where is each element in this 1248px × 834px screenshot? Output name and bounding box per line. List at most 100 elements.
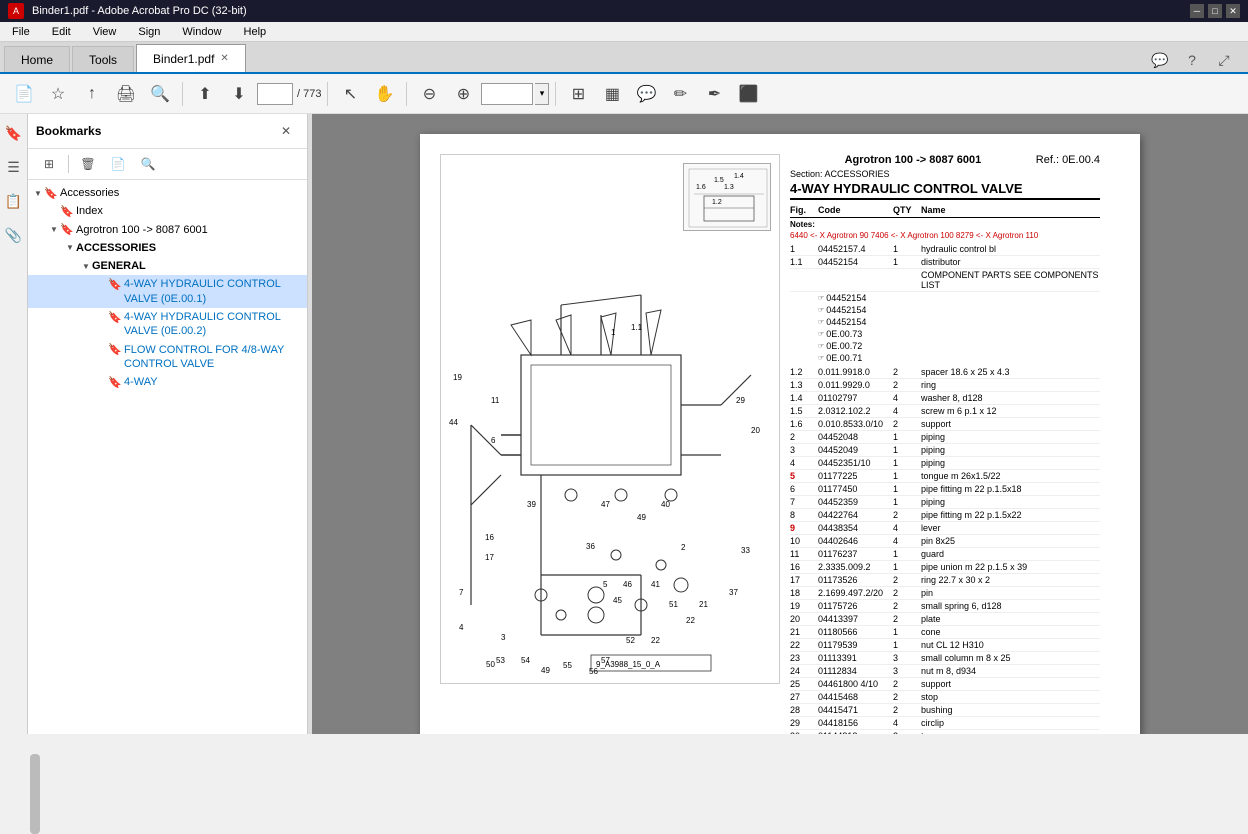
bookmark-icon-agrotron100: 🔖	[60, 223, 74, 237]
bookmark-general[interactable]: ▼ GENERAL	[28, 257, 307, 275]
chat-icon-button[interactable]: 💬	[1148, 48, 1172, 72]
bookmarks-expand-button[interactable]: ⊞	[36, 153, 62, 175]
toggle-index	[48, 204, 60, 218]
zoom-in-button[interactable]: ⊕	[447, 78, 479, 110]
bookmark-valve1[interactable]: 🔖 4-WAY HYDRAULIC CONTROL VALVE (0E.00.1…	[28, 275, 307, 308]
row-1-6: 1.60.010.8533.0/102support	[790, 418, 1100, 431]
svg-text:22: 22	[651, 636, 660, 645]
menu-help[interactable]: Help	[238, 24, 273, 40]
bookmark-4way[interactable]: 🔖 4-WAY	[28, 373, 307, 391]
bookmark-valve2[interactable]: 🔖 4-WAY HYDRAULIC CONTROL VALVE (0E.00.2…	[28, 308, 307, 341]
page-navigation: 6 / 773	[257, 83, 321, 105]
main-diagram-svg: 19 11 44 1 1.1 29 6 16 17 7 4 36 5 45 46…	[441, 155, 771, 675]
bookmark-accessories[interactable]: ▼ 🔖 Accessories	[28, 184, 307, 202]
close-button[interactable]: ✕	[1226, 4, 1240, 18]
tab-home[interactable]: Home	[4, 46, 70, 72]
pdf-viewport[interactable]: 1.5 1.4 1.6 1.3 1.2	[312, 114, 1248, 734]
menu-sign[interactable]: Sign	[132, 24, 166, 40]
menu-view[interactable]: View	[87, 24, 123, 40]
page-number-input[interactable]: 6	[257, 83, 293, 105]
layers-panel-button[interactable]: ☰	[3, 156, 25, 178]
zoom-out-button[interactable]: ⊖	[413, 78, 445, 110]
hand-tool-button[interactable]: ✋	[368, 78, 400, 110]
next-page-button[interactable]: ⬇	[223, 78, 255, 110]
bookmarks-panel-button[interactable]: 🔖	[3, 122, 25, 144]
share-button[interactable]: ↑	[76, 78, 108, 110]
maximize-button[interactable]: □	[1208, 4, 1222, 18]
toggle-accessories-sub[interactable]: ▼	[64, 241, 76, 255]
tab-tools[interactable]: Tools	[72, 46, 134, 72]
stamp-button[interactable]: ⬛	[732, 78, 764, 110]
bookmarks-delete-button[interactable]: 🗑	[75, 153, 101, 175]
minimize-button[interactable]: ─	[1190, 4, 1204, 18]
help-icon-button[interactable]: ?	[1180, 48, 1204, 72]
menu-window[interactable]: Window	[176, 24, 227, 40]
title-bar: A Binder1.pdf - Adobe Acrobat Pro DC (32…	[0, 0, 1248, 22]
bookmark-index[interactable]: 🔖 Index	[28, 202, 307, 220]
expand-icon-button[interactable]: ⤢	[1212, 48, 1236, 72]
row-1-2: 1.20.011.9918.02spacer 18.6 x 25 x 4.3	[790, 366, 1100, 379]
col-name: Name	[921, 205, 1100, 215]
bookmarks-search-button[interactable]: 🔍	[135, 153, 161, 175]
fit-page-button[interactable]: ⊞	[562, 78, 594, 110]
row-24: 24011128343nut m 8, d934	[790, 665, 1100, 678]
svg-text:17: 17	[485, 553, 494, 562]
notes-text: 6440 <- X Agrotron 90 7406 <- X Agrotron…	[790, 231, 1100, 240]
bookmark-accessories-sub[interactable]: ▼ ACCESSORIES	[28, 239, 307, 257]
new-document-button[interactable]: 📄	[8, 78, 40, 110]
bookmarks-new-button[interactable]: 📄	[105, 153, 131, 175]
svg-text:1: 1	[611, 328, 616, 337]
bookmark-label-accessories-sub: ACCESSORIES	[76, 241, 303, 255]
tab-binder[interactable]: Binder1.pdf ✕	[136, 44, 246, 72]
row-2: 2044520481piping	[790, 431, 1100, 444]
sidebar-scrollbar-thumb[interactable]	[30, 754, 40, 834]
bookmark-flow[interactable]: 🔖 FLOW CONTROL FOR 4/8-WAY CONTROL VALVE	[28, 341, 307, 374]
row-sub5: ☞0E.00.72	[790, 340, 1100, 352]
toolbar: 📄 ☆ ↑ 🖨 🔍 ⬆ ⬇ 6 / 773 ↖ ✋ ⊖ ⊕ 66.1% ▾ ⊞ …	[0, 74, 1248, 114]
toggle-agrotron100[interactable]: ▼	[48, 223, 60, 237]
bookmark-label-index: Index	[76, 204, 303, 218]
bookmark-label-flow: FLOW CONTROL FOR 4/8-WAY CONTROL VALVE	[124, 343, 303, 372]
toggle-general[interactable]: ▼	[80, 259, 92, 273]
attachments-panel-button[interactable]: 📎	[3, 224, 25, 246]
bookmark-add-button[interactable]: ☆	[42, 78, 74, 110]
select-tool-button[interactable]: ↖	[334, 78, 366, 110]
tab-action-icons: 💬 ? ⤢	[1148, 48, 1244, 72]
toolbar-separator-3	[406, 82, 407, 106]
print-button[interactable]: 🖨	[110, 78, 142, 110]
bookmark-icon-valve2: 🔖	[108, 310, 122, 324]
notes-label: Notes:	[790, 220, 815, 229]
parts-section: Section: ACCESSORIES	[790, 169, 1100, 179]
thumbnail-button[interactable]: ▦	[596, 78, 628, 110]
bookmarks-toolbar: ⊞ 🗑 📄 🔍	[28, 149, 307, 180]
bookmark-icon-accessories: 🔖	[44, 186, 58, 200]
parts-table-area: Agrotron 100 -> 8087 6001 Ref.: 0E.00.4 …	[780, 154, 1100, 734]
svg-text:19: 19	[453, 373, 462, 382]
bookmarks-close-button[interactable]: ✕	[273, 120, 299, 142]
zoom-level-input[interactable]: 66.1%	[481, 83, 533, 105]
svg-text:1.6: 1.6	[696, 184, 706, 191]
draw-button[interactable]: ✒	[698, 78, 730, 110]
highlight-button[interactable]: ✏	[664, 78, 696, 110]
bookmark-label-valve2: 4-WAY HYDRAULIC CONTROL VALVE (0E.00.2)	[124, 310, 303, 339]
zoom-dropdown-button[interactable]: ▾	[535, 83, 549, 105]
menu-file[interactable]: File	[6, 24, 36, 40]
row-16: 162.3335.009.21pipe union m 22 p.1.5 x 3…	[790, 561, 1100, 574]
annotation-button[interactable]: 💬	[630, 78, 662, 110]
bookmark-icon-index: 🔖	[60, 204, 74, 218]
row-10: 10044026464pin 8x25	[790, 535, 1100, 548]
row-sub1: ☞04452154	[790, 292, 1100, 304]
svg-text:36: 36	[586, 542, 595, 551]
bookmark-agrotron100[interactable]: ▼ 🔖 Agrotron 100 -> 8087 6001	[28, 221, 307, 239]
tab-close-icon[interactable]: ✕	[220, 53, 228, 64]
find-button[interactable]: 🔍	[144, 78, 176, 110]
row-sub6: ☞0E.00.71	[790, 352, 1100, 364]
svg-text:37: 37	[729, 588, 738, 597]
pages-panel-button[interactable]: 📋	[3, 190, 25, 212]
menu-edit[interactable]: Edit	[46, 24, 77, 40]
prev-page-button[interactable]: ⬆	[189, 78, 221, 110]
tab-bar: Home Tools Binder1.pdf ✕ 💬 ? ⤢	[0, 42, 1248, 74]
toggle-accessories[interactable]: ▼	[32, 186, 44, 200]
diagram-thumbnail: 1.5 1.4 1.6 1.3 1.2	[683, 163, 771, 231]
svg-text:1.5: 1.5	[714, 177, 724, 184]
